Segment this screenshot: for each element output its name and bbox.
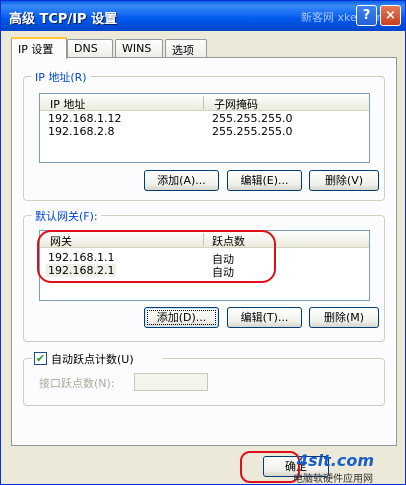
gateway-list-header: 网关 跃点数	[40, 231, 369, 248]
delete-gateway-button[interactable]: 删除(M)	[309, 307, 379, 328]
add-gateway-button[interactable]: 添加(D)...	[144, 307, 219, 328]
logo-subtext: 电脑软硬件应用网	[293, 474, 373, 485]
column-gateway[interactable]: 网关	[50, 233, 72, 249]
column-separator	[203, 233, 204, 246]
column-separator	[203, 96, 204, 109]
column-subnet-mask[interactable]: 子网掩码	[214, 96, 258, 112]
title-bar[interactable]: 高级 TCP/IP 设置 新客网 xker.com ? ×	[1, 1, 405, 31]
edit-ip-button[interactable]: 编辑(E)...	[227, 170, 302, 191]
gateway-list[interactable]: 网关 跃点数 192.168.1.1 自动 192.168.2.1 自动	[39, 230, 370, 301]
list-item[interactable]: 192.168.1.12 255.255.255.0	[40, 112, 369, 125]
list-item[interactable]: 192.168.2.1 自动	[40, 264, 369, 279]
interface-metric-input[interactable]	[134, 373, 208, 391]
auto-metric-group: ✔ 自动跃点计数(U) 接口跃点数(N):	[23, 351, 385, 406]
list-item[interactable]: 192.168.1.1 自动	[40, 251, 369, 266]
mask-value: 255.255.255.0	[212, 112, 293, 125]
tab-dns[interactable]: DNS	[67, 39, 113, 58]
delete-ip-button[interactable]: 删除(V)	[309, 170, 379, 191]
site-logo: 4sit.com 电脑软硬件应用网	[291, 451, 403, 485]
ip-address-list[interactable]: IP 地址 子网掩码 192.168.1.12 255.255.255.0 19…	[39, 93, 370, 163]
default-gateway-group: 默认网关(F): 网关 跃点数 192.168.1.1 自动 192.168.2…	[23, 208, 385, 342]
column-metric[interactable]: 跃点数	[212, 233, 245, 249]
ip-value: 192.168.2.8	[48, 125, 115, 138]
close-button[interactable]: ×	[380, 5, 401, 26]
edit-gateway-button[interactable]: 编辑(T)...	[227, 307, 302, 328]
default-gateway-group-label: 默认网关(F):	[32, 208, 101, 224]
auto-metric-checkbox[interactable]: ✔	[34, 352, 47, 365]
window-title: 高级 TCP/IP 设置	[9, 12, 118, 27]
help-button[interactable]: ?	[356, 5, 377, 26]
auto-metric-label: 自动跃点计数(U)	[51, 353, 134, 366]
list-item[interactable]: 192.168.2.8 255.255.255.0	[40, 125, 369, 138]
column-ip-address[interactable]: IP 地址	[50, 96, 85, 112]
tab-ip-settings[interactable]: IP 设置	[11, 37, 67, 59]
tab-options[interactable]: 选项	[165, 39, 207, 58]
ip-address-group-label: IP 地址(R)	[32, 69, 90, 85]
ip-value: 192.168.1.12	[48, 112, 122, 125]
gateway-value: 192.168.1.1	[48, 251, 115, 264]
logo-text: 4sit.com	[297, 451, 375, 470]
advanced-tcpip-dialog: 高级 TCP/IP 设置 新客网 xker.com ? × IP 设置 DNS …	[0, 0, 406, 485]
interface-metric-label: 接口跃点数(N):	[39, 377, 115, 390]
ip-settings-panel: IP 地址(R) IP 地址 子网掩码 192.168.1.12 255.255…	[11, 57, 397, 446]
tab-wins[interactable]: WINS	[115, 39, 163, 58]
metric-value: 自动	[212, 266, 234, 279]
add-ip-button[interactable]: 添加(A)...	[144, 170, 219, 191]
ip-list-header: IP 地址 子网掩码	[40, 94, 369, 111]
auto-metric-checkbox-row[interactable]: ✔ 自动跃点计数(U)	[32, 351, 162, 366]
gateway-value: 192.168.2.1	[46, 264, 117, 277]
mask-value: 255.255.255.0	[212, 125, 293, 138]
ip-address-group: IP 地址(R) IP 地址 子网掩码 192.168.1.12 255.255…	[23, 69, 385, 201]
